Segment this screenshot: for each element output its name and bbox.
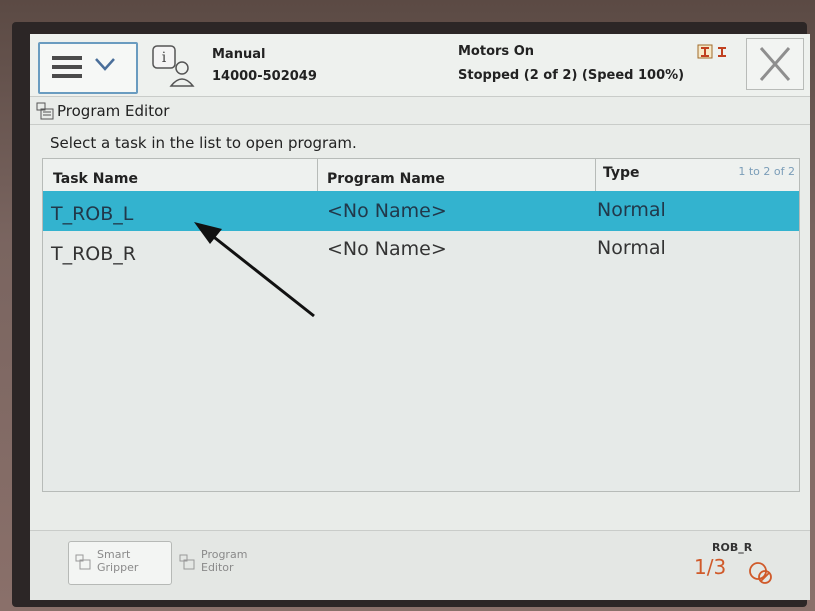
type-cell: Normal (597, 237, 666, 259)
page-title: Program Editor (57, 102, 170, 120)
close-button[interactable] (746, 38, 804, 90)
top-bar: i Manual 14000-502049 Motors On Stopped … (30, 34, 810, 97)
column-divider (595, 159, 596, 191)
column-divider (317, 159, 318, 191)
hamburger-icon (52, 56, 82, 78)
taskbar-button-label: Smart Gripper (97, 548, 138, 574)
table-header: Task Name Program Name Type 1 to 2 of 2 (43, 159, 799, 192)
label-line: Editor (201, 561, 234, 574)
instruction-text: Select a task in the list to open progra… (50, 134, 357, 152)
label-line: Gripper (97, 561, 139, 574)
task-name-cell: T_ROB_R (51, 243, 136, 265)
operating-mode: Manual (212, 47, 266, 62)
column-header-type[interactable]: Type (603, 159, 640, 191)
motors-on-icon (697, 44, 726, 59)
flexpendant-screen: i Manual 14000-502049 Motors On Stopped … (30, 34, 810, 600)
controller-id: 14000-502049 (212, 69, 317, 84)
table-row[interactable]: T_ROB_R <No Name> Normal (43, 231, 799, 271)
controller-info: Manual 14000-502049 (212, 44, 317, 88)
task-fraction: 1/3 (694, 555, 727, 579)
program-editor-icon (36, 102, 54, 120)
program-name-cell: <No Name> (327, 200, 447, 222)
taskbar-button-label: Program Editor (201, 548, 247, 574)
status-info[interactable]: Motors On Stopped (2 of 2) (Speed 100%) (458, 40, 684, 88)
chevron-down-icon (95, 58, 115, 71)
program-editor-icon (179, 554, 195, 570)
type-cell: Normal (597, 199, 666, 221)
task-table: Task Name Program Name Type 1 to 2 of 2 … (42, 158, 800, 492)
operator-info-icon[interactable]: i (150, 42, 200, 90)
label-line: Smart (97, 548, 131, 561)
run-status: Stopped (2 of 2) (Speed 100%) (458, 68, 685, 83)
taskbar-smart-gripper-button[interactable]: Smart Gripper (68, 541, 172, 585)
divider (30, 124, 810, 125)
table-row[interactable]: T_ROB_L <No Name> Normal (43, 191, 799, 231)
abb-menu-button[interactable] (38, 42, 138, 94)
column-header-task-name[interactable]: Task Name (53, 159, 138, 191)
app-title-bar: Program Editor (36, 98, 169, 124)
close-icon (759, 47, 791, 81)
taskbar-program-editor-button[interactable]: Program Editor (172, 541, 274, 585)
smart-gripper-icon (75, 554, 91, 570)
motors-status: Motors On (458, 44, 534, 59)
column-header-program-name[interactable]: Program Name (327, 159, 445, 191)
speed-icon (749, 562, 772, 584)
quickset-status[interactable]: ROB_R 1/3 (684, 539, 784, 589)
taskbar: Smart Gripper Program Editor ROB_R 1/3 (30, 530, 810, 600)
robot-label: ROB_R (712, 541, 753, 554)
label-line: Program (201, 548, 248, 561)
svg-text:i: i (162, 50, 167, 66)
program-name-cell: <No Name> (327, 238, 447, 260)
row-count: 1 to 2 of 2 (738, 165, 795, 178)
